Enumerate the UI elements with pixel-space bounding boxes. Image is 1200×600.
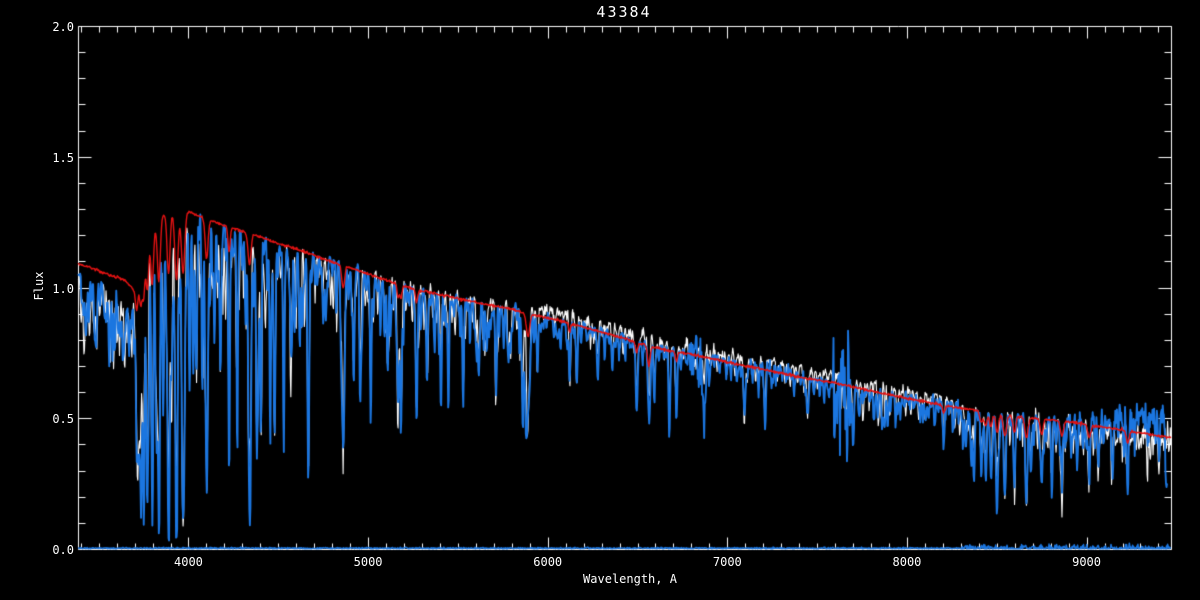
x-axis-label: Wavelength, A	[583, 572, 677, 586]
x-tick-label-9000: 9000	[1072, 555, 1102, 569]
x-tick-label-8000: 8000	[892, 555, 922, 569]
y-tick-label-0.5: 0.5	[52, 412, 74, 427]
spectrum-plot-canvas	[0, 0, 1200, 600]
spectrum-plot-window: 43384 Wavelength, A Flux 4000 5000 6000 700…	[0, 0, 1200, 600]
x-tick-label-7000: 7000	[712, 555, 742, 569]
y-tick-label-0.0: 0.0	[52, 543, 74, 557]
y-tick-label-2.0: 2.0	[52, 20, 74, 34]
y-tick-label-1.0: 1.0	[52, 281, 74, 296]
y-tick-label-1.5: 1.5	[52, 150, 74, 165]
x-tick-label-5000: 5000	[353, 555, 383, 569]
plot-title: 43384	[596, 3, 652, 21]
x-tick-label-6000: 6000	[533, 555, 563, 569]
x-tick-label-4000: 4000	[174, 555, 203, 569]
